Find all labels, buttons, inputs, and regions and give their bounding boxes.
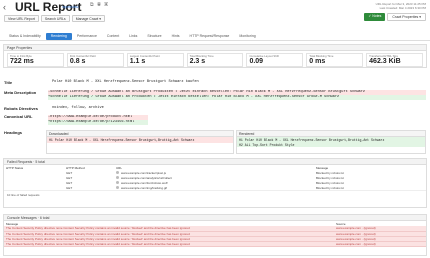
- notes-button[interactable]: ✓ Notes: [364, 13, 386, 21]
- rendered-panel: Rendered H1 Polar H10 Black M - XXL Herz…: [236, 130, 426, 154]
- manage-crawl-button[interactable]: Manage Crawl ▾: [71, 15, 105, 22]
- table-footer: 10 line of failed requests: [4, 190, 426, 199]
- header-icons[interactable]: ⧉ ◉ ▣: [90, 2, 109, 8]
- metric-card: First Contentful Paint 0.8 s: [66, 53, 124, 67]
- robots-row: Robots Directives noindex, follow, archi…: [4, 106, 104, 111]
- table-row[interactable]: The Content Security Policy directive no…: [4, 241, 426, 247]
- metric-card: Total Blocking Time 0 ms: [306, 53, 364, 67]
- canonical-row: Canonical URL -https://www.example.de/de…: [4, 114, 426, 128]
- tab-links[interactable]: Links: [124, 33, 142, 40]
- metric-card: Cumulative Layout Shift 0.09: [246, 53, 304, 67]
- metric-card: Transferred HTML Size 462.3 KiB: [366, 53, 424, 67]
- crawl-info: URL Report for Mar 3, 2023 11:25 PM Last…: [375, 2, 426, 10]
- failed-requests-table: HTTP Status HTTP Method URL Message GET www.…: [4, 165, 426, 190]
- view-url-report-button[interactable]: View URL Report: [4, 15, 39, 22]
- tab-structure[interactable]: Structure: [142, 33, 166, 40]
- tab-bar: Status & Indexability Rendering Performa…: [0, 33, 430, 41]
- tab-status[interactable]: Status & Indexability: [4, 33, 46, 40]
- headings-row: Headings Downloaded H1 Polar H10 Black M…: [4, 130, 426, 156]
- tab-performance[interactable]: Performance: [72, 33, 102, 40]
- diff-added: +https://www.example.de/de/p/123456.html: [48, 120, 148, 125]
- diff-added: +Schnelle Lieferung / Große Auswahl an P…: [48, 95, 426, 100]
- tab-monitoring[interactable]: Monitoring: [234, 33, 260, 40]
- console-table: Message Source The Content Security Polic…: [4, 221, 426, 247]
- metric-card: Total Blocking Time 2.3 s: [186, 53, 244, 67]
- page-url[interactable]: /specials/: [62, 4, 79, 9]
- tab-rendering[interactable]: Rendering: [45, 33, 72, 40]
- meta-description-row: Meta Description -Schnelle Lieferung / G…: [4, 90, 426, 102]
- page-properties-panel: Page Properties Time to First Byte 722 ms…: [3, 44, 427, 68]
- console-messages-panel: Console Messages · 6 total Message Source…: [3, 214, 427, 256]
- tab-http[interactable]: HTTP Request/Response: [185, 33, 235, 40]
- metric-card: Largest Contentful Paint 1.1 s: [126, 53, 184, 67]
- back-icon[interactable]: ‹: [3, 2, 6, 12]
- tab-hints[interactable]: Hints: [167, 33, 185, 40]
- failed-requests-panel: Failed Requests · 5 total HTTP Status HTT…: [3, 158, 427, 208]
- crawl-properties-button[interactable]: Crawl Properties ▾: [387, 13, 426, 21]
- tab-content[interactable]: Content: [102, 33, 124, 40]
- downloaded-panel: Downloaded H1 Polar H10 Black M - XXL He…: [46, 130, 234, 154]
- title-row: Title Polar H10 Black M - XXL Herzfreque…: [4, 80, 199, 85]
- header: ‹ URL Report /specials/ ⧉ ◉ ▣ URL Report…: [0, 0, 430, 34]
- search-urls-button[interactable]: Search URLs: [40, 15, 70, 22]
- metric-card: Time to First Byte 722 ms: [7, 53, 64, 67]
